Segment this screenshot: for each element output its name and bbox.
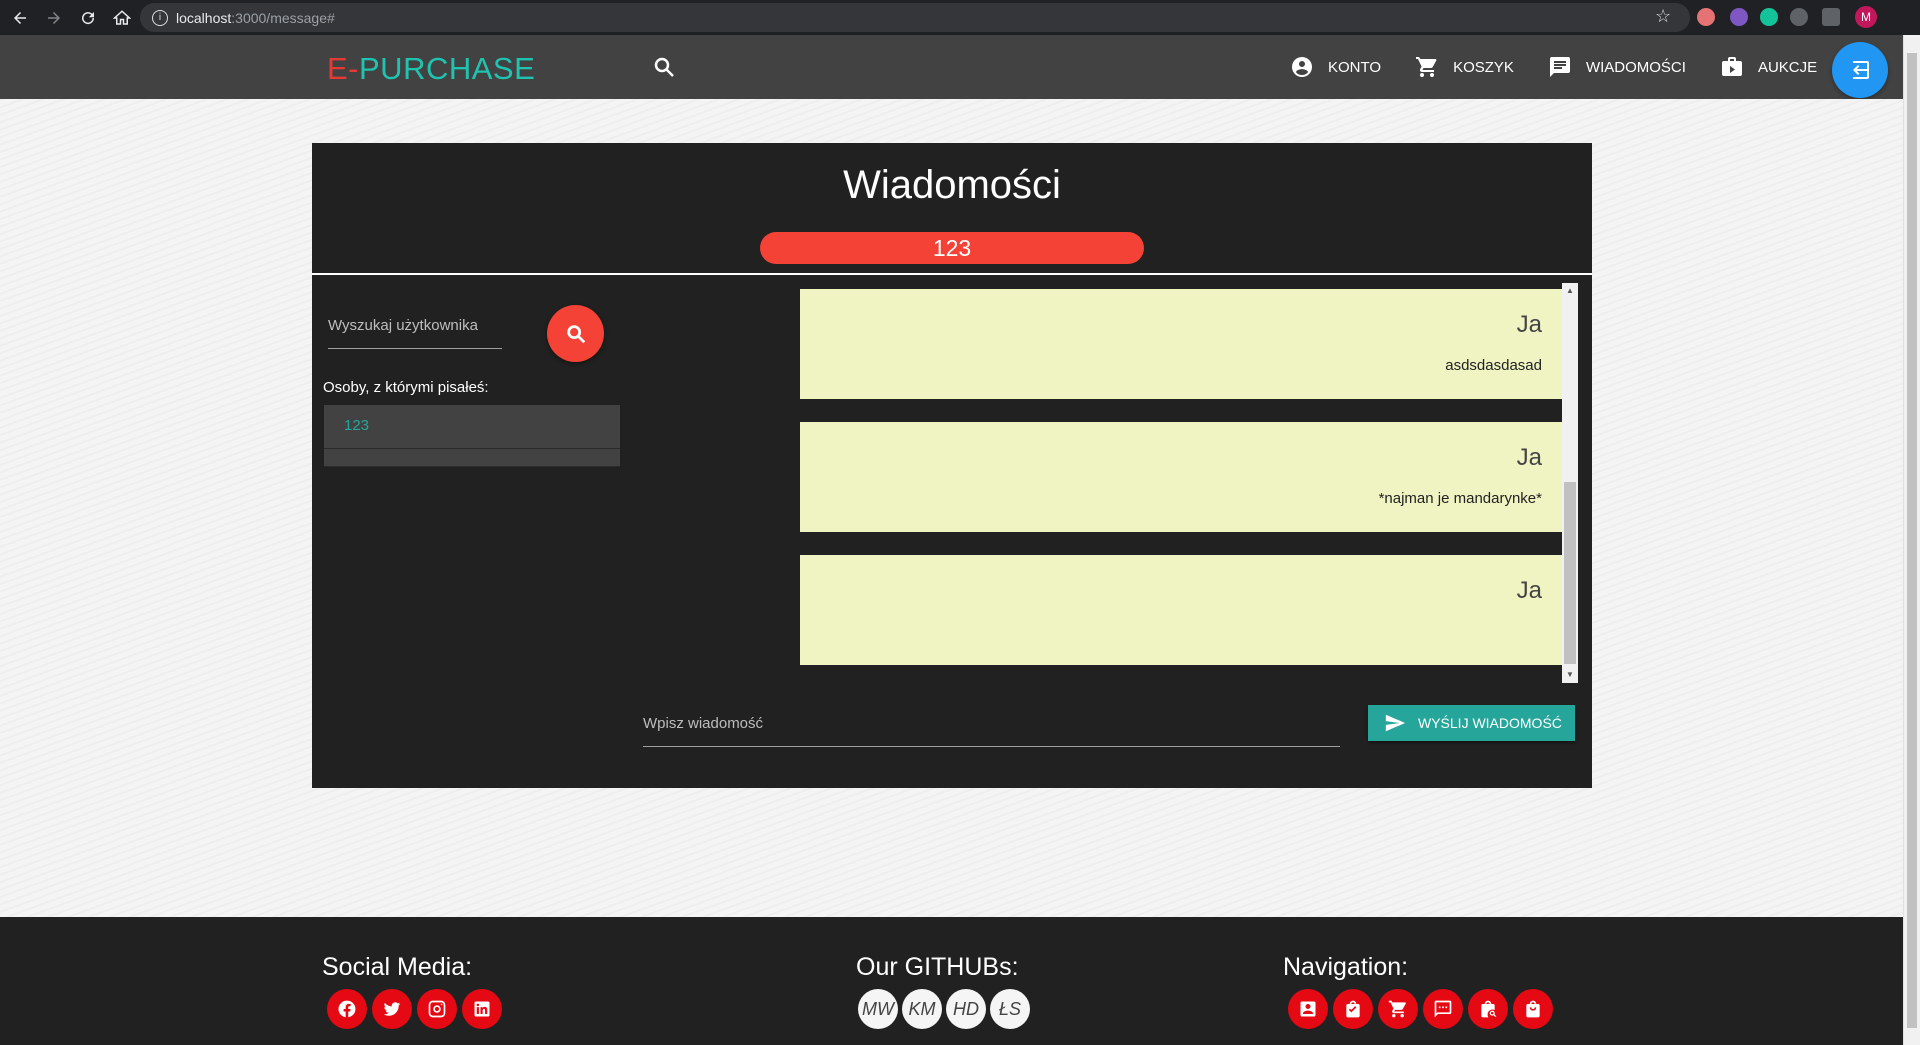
- nav-menu: KONTO KOSZYK WIADOMOŚCI AUKCJE: [1290, 35, 1851, 99]
- nav-item-label: AUKCJE: [1757, 58, 1818, 76]
- message-author: Ja: [1516, 444, 1542, 471]
- github-link[interactable]: MW: [858, 989, 898, 1029]
- brand-logo[interactable]: E-PURCHASE: [327, 51, 535, 87]
- messages-list: Ja asdsdasdasad Ja *najman je mandarynke…: [800, 285, 1592, 683]
- search-auction-icon[interactable]: [1468, 989, 1508, 1029]
- cart-icon: [1416, 57, 1437, 77]
- nav-item-label: WIADOMOŚCI: [1585, 58, 1686, 76]
- messages-scrollbar[interactable]: ▲ ▼: [1562, 283, 1578, 683]
- scrollbar-thumb[interactable]: [1564, 482, 1576, 664]
- profile-avatar[interactable]: M: [1855, 6, 1877, 28]
- scroll-up-icon[interactable]: ▲: [1562, 283, 1578, 299]
- nav-item-label: KONTO: [1328, 58, 1382, 76]
- url-host: localhost: [176, 9, 232, 26]
- user-search-input[interactable]: Wyszukaj użytkownika: [328, 313, 502, 349]
- message-icon: [1549, 57, 1570, 77]
- message-bubble: Ja *najman je mandarynke*: [800, 422, 1566, 532]
- extension-icon[interactable]: [1697, 8, 1715, 26]
- back-icon[interactable]: [6, 4, 34, 32]
- account-icon[interactable]: [1288, 989, 1328, 1029]
- social-media-title: Social Media:: [322, 953, 473, 981]
- github-link[interactable]: KM: [902, 989, 942, 1029]
- page-scrollbar[interactable]: [1903, 35, 1920, 1045]
- github-link[interactable]: HD: [946, 989, 986, 1029]
- site-info-icon[interactable]: i: [152, 9, 168, 26]
- account-circle-icon: [1292, 57, 1312, 77]
- footer: Social Media: Our GITHUBs: MW KM HD ŁS N…: [0, 917, 1903, 1045]
- bookmark-star-icon[interactable]: ☆: [1655, 6, 1671, 27]
- extensions-puzzle-icon[interactable]: [1822, 8, 1840, 26]
- brand-name: PURCHASE: [359, 51, 536, 86]
- nav-item-koszyk[interactable]: KOSZYK: [1415, 55, 1514, 79]
- github-links: MW KM HD ŁS: [858, 989, 1034, 1029]
- url-path: :3000/message#: [231, 9, 335, 26]
- instagram-icon[interactable]: [417, 989, 457, 1029]
- forward-icon[interactable]: [40, 4, 68, 32]
- reload-icon[interactable]: [74, 4, 102, 32]
- contact-item-empty: [324, 449, 620, 467]
- browser-toolbar: i localhost:3000/message# ☆ M: [0, 0, 1920, 35]
- login-icon: [1853, 61, 1869, 79]
- message-text: asdsdasdasad: [1445, 357, 1542, 374]
- messages-card: Wiadomości 123 Wyszukaj użytkownika Osob…: [312, 143, 1592, 788]
- messages-icon[interactable]: [1423, 989, 1463, 1029]
- twitter-icon[interactable]: [372, 989, 412, 1029]
- message-text: *najman je mandarynke*: [1378, 490, 1542, 507]
- github-link[interactable]: ŁS: [990, 989, 1030, 1029]
- send-message-button[interactable]: WYŚLIJ WIADOMOŚĆ: [1368, 705, 1575, 741]
- facebook-icon[interactable]: [327, 989, 367, 1029]
- search-icon: [566, 324, 585, 343]
- linkedin-icon[interactable]: [462, 989, 502, 1029]
- page-scrollbar-thumb[interactable]: [1907, 53, 1917, 1028]
- navigation-title: Navigation:: [1283, 953, 1409, 981]
- app-navbar: E-PURCHASE KONTO KOSZYK WIADOMOŚCI AUKCJ…: [0, 35, 1903, 99]
- send-icon: [1385, 714, 1406, 732]
- message-author: Ja: [1516, 311, 1542, 338]
- message-author: Ja: [1516, 577, 1542, 604]
- contacts-list: 123: [324, 405, 620, 467]
- message-bubble: Ja: [800, 555, 1566, 665]
- page-title: Wiadomości: [843, 163, 1061, 207]
- contact-item[interactable]: 123: [324, 405, 620, 449]
- scroll-down-icon[interactable]: ▼: [1562, 667, 1578, 683]
- search-icon[interactable]: [652, 55, 676, 79]
- cart-icon[interactable]: [1378, 989, 1418, 1029]
- nav-item-label: KOSZYK: [1453, 58, 1514, 76]
- login-button[interactable]: [1832, 42, 1888, 98]
- address-bar[interactable]: i localhost:3000/message#: [140, 3, 1690, 32]
- extension-icon[interactable]: [1730, 8, 1748, 26]
- grammarly-icon[interactable]: [1760, 8, 1778, 26]
- github-title: Our GITHUBs:: [856, 953, 1019, 981]
- contacts-label: Osoby, z którymi pisałeś:: [323, 379, 489, 396]
- footer-navigation: [1288, 989, 1558, 1029]
- auction-icon: [1721, 57, 1742, 76]
- nav-item-konto[interactable]: KONTO: [1290, 55, 1381, 79]
- active-conversation-badge: 123: [760, 232, 1144, 264]
- message-input[interactable]: Wpisz wiadomość: [643, 705, 1340, 747]
- send-button-label: WYŚLIJ WIADOMOŚĆ: [1418, 715, 1562, 731]
- extension-icon[interactable]: [1790, 8, 1808, 26]
- brand-prefix: E-: [327, 51, 359, 86]
- shop-icon[interactable]: [1513, 989, 1553, 1029]
- social-links: [327, 989, 507, 1029]
- message-bubble: Ja asdsdasdasad: [800, 289, 1566, 399]
- divider: [312, 273, 1592, 275]
- nav-item-wiadomosci[interactable]: WIADOMOŚCI: [1548, 55, 1686, 79]
- home-icon[interactable]: [108, 4, 136, 32]
- user-search-button[interactable]: [547, 305, 604, 362]
- orders-icon[interactable]: [1333, 989, 1373, 1029]
- nav-item-aukcje[interactable]: AUKCJE: [1720, 55, 1817, 79]
